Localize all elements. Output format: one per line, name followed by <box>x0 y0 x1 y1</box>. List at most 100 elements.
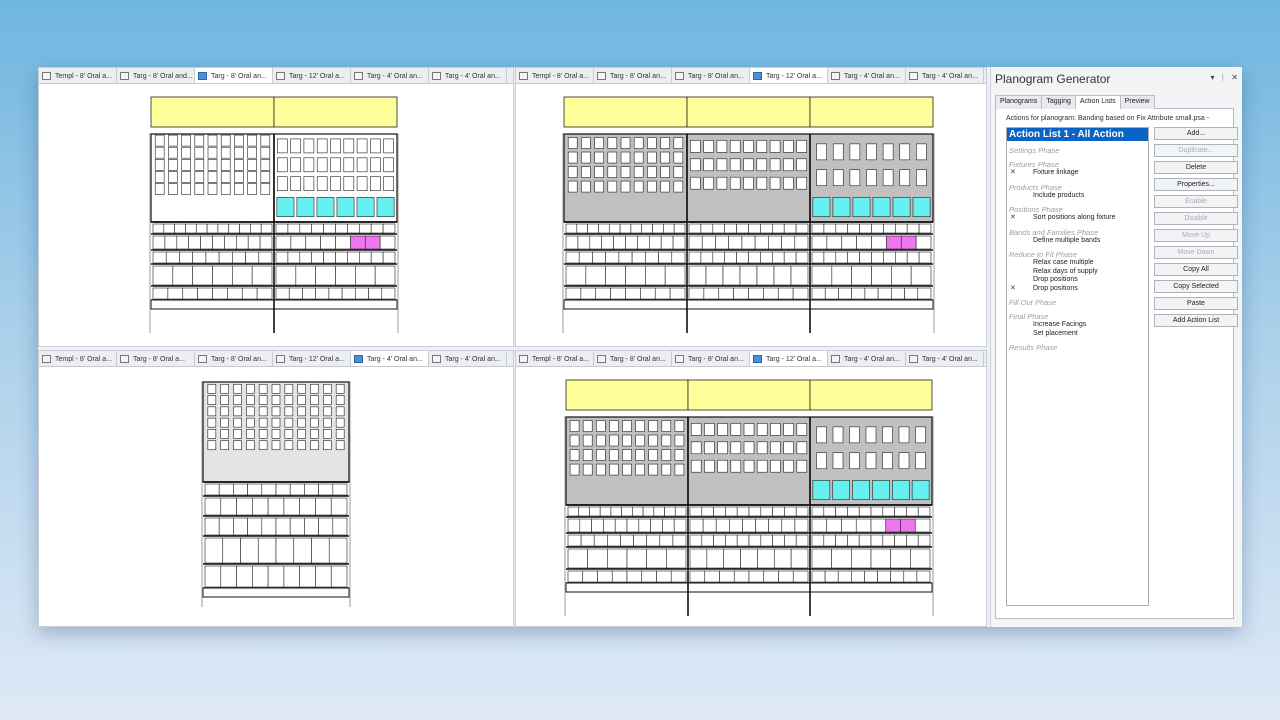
product-facing[interactable] <box>700 251 714 264</box>
product-facing[interactable] <box>635 434 645 447</box>
product-facing[interactable] <box>172 265 193 286</box>
product-facing[interactable] <box>194 183 205 195</box>
duplicate-button[interactable]: Duplicate... <box>1154 144 1238 157</box>
product-facing[interactable] <box>742 518 756 533</box>
product-facing[interactable] <box>716 140 728 153</box>
product-facing[interactable] <box>241 287 258 300</box>
product-facing[interactable] <box>163 223 175 234</box>
product-facing[interactable] <box>641 570 657 583</box>
product-facing[interactable] <box>718 287 734 300</box>
product-facing[interactable] <box>240 537 259 564</box>
product-facing[interactable] <box>383 138 395 154</box>
product-facing[interactable] <box>864 287 879 300</box>
product-facing[interactable] <box>661 463 672 476</box>
action-item[interactable]: Relax days of supply <box>1007 268 1148 277</box>
product-facing[interactable] <box>296 197 315 218</box>
product-facing[interactable] <box>778 570 794 583</box>
product-facing[interactable] <box>200 235 213 250</box>
product-facing[interactable] <box>690 423 702 436</box>
product-facing[interactable] <box>918 251 932 264</box>
product-facing[interactable] <box>290 157 301 173</box>
product-facing[interactable] <box>233 517 248 536</box>
product-facing[interactable] <box>717 423 728 436</box>
product-facing[interactable] <box>605 265 626 286</box>
product-facing[interactable] <box>247 146 257 159</box>
product-facing[interactable] <box>811 506 825 517</box>
product-facing[interactable] <box>783 158 794 172</box>
product-facing[interactable] <box>690 441 702 455</box>
paste-button[interactable]: Paste <box>1154 297 1238 310</box>
product-facing[interactable] <box>246 429 255 439</box>
product-facing[interactable] <box>688 265 707 286</box>
product-facing[interactable] <box>796 176 808 190</box>
product-facing[interactable] <box>275 265 297 286</box>
product-facing[interactable] <box>656 570 672 583</box>
product-facing[interactable] <box>633 180 644 193</box>
product-facing[interactable] <box>811 235 828 250</box>
product-facing[interactable] <box>258 395 268 405</box>
product-facing[interactable] <box>886 235 902 250</box>
product-facing[interactable] <box>192 251 207 264</box>
product-facing[interactable] <box>188 235 201 250</box>
product-facing[interactable] <box>631 251 646 264</box>
product-facing[interactable] <box>622 420 632 432</box>
move-up-button[interactable]: Move Up <box>1154 229 1238 242</box>
product-facing[interactable] <box>812 480 831 501</box>
product-facing[interactable] <box>772 506 785 517</box>
product-facing[interactable] <box>596 434 606 447</box>
product-facing[interactable] <box>760 506 773 517</box>
action-item[interactable]: Relax case multiple <box>1007 259 1148 268</box>
product-facing[interactable] <box>275 483 291 496</box>
product-facing[interactable] <box>299 251 312 264</box>
action-list-header[interactable]: Action List 1 - All Action <box>1007 128 1148 141</box>
product-facing[interactable] <box>597 570 613 583</box>
product-facing[interactable] <box>381 287 396 300</box>
product-facing[interactable] <box>673 180 684 193</box>
product-facing[interactable] <box>625 235 638 250</box>
product-facing[interactable] <box>601 235 614 250</box>
product-facing[interactable] <box>220 565 237 588</box>
product-facing[interactable] <box>702 518 717 533</box>
product-facing[interactable] <box>823 506 836 517</box>
product-facing[interactable] <box>768 518 783 533</box>
product-facing[interactable] <box>716 176 728 190</box>
product-facing[interactable] <box>258 429 268 439</box>
product-facing[interactable] <box>233 440 242 451</box>
product-facing[interactable] <box>783 140 794 153</box>
product-facing[interactable] <box>704 423 715 436</box>
product-facing[interactable] <box>716 158 728 172</box>
product-facing[interactable] <box>246 383 255 394</box>
product-facing[interactable] <box>195 223 208 234</box>
product-facing[interactable] <box>271 429 281 439</box>
product-facing[interactable] <box>218 483 234 496</box>
delete-button[interactable]: Delete <box>1154 161 1238 174</box>
product-facing[interactable] <box>154 146 165 159</box>
product-facing[interactable] <box>620 166 631 178</box>
product-facing[interactable] <box>646 534 661 547</box>
product-facing[interactable] <box>310 440 319 451</box>
product-facing[interactable] <box>610 506 622 517</box>
product-facing[interactable] <box>277 138 288 154</box>
product-facing[interactable] <box>578 251 593 264</box>
product-facing[interactable] <box>275 537 295 564</box>
product-facing[interactable] <box>912 197 931 218</box>
product-facing[interactable] <box>796 140 808 153</box>
product-facing[interactable] <box>811 570 826 583</box>
product-facing[interactable] <box>356 157 368 173</box>
planogram-pane-bottom-right[interactable]: Templ - 8' Oral a... Targ - 8' Oral an...… <box>515 350 987 627</box>
product-facing[interactable] <box>633 534 647 547</box>
product-facing[interactable] <box>852 197 871 218</box>
product-facing[interactable] <box>635 449 645 461</box>
product-facing[interactable] <box>152 265 174 286</box>
product-facing[interactable] <box>207 134 218 147</box>
product-facing[interactable] <box>204 483 220 496</box>
product-facing[interactable] <box>704 570 720 583</box>
product-facing[interactable] <box>233 406 242 417</box>
product-facing[interactable] <box>645 251 659 264</box>
properties-button[interactable]: Properties... <box>1154 178 1238 191</box>
header-sign[interactable] <box>809 96 934 128</box>
product-facing[interactable] <box>705 265 724 286</box>
product-facing[interactable] <box>289 483 305 496</box>
product-facing[interactable] <box>284 429 294 439</box>
product-facing[interactable] <box>689 518 704 533</box>
